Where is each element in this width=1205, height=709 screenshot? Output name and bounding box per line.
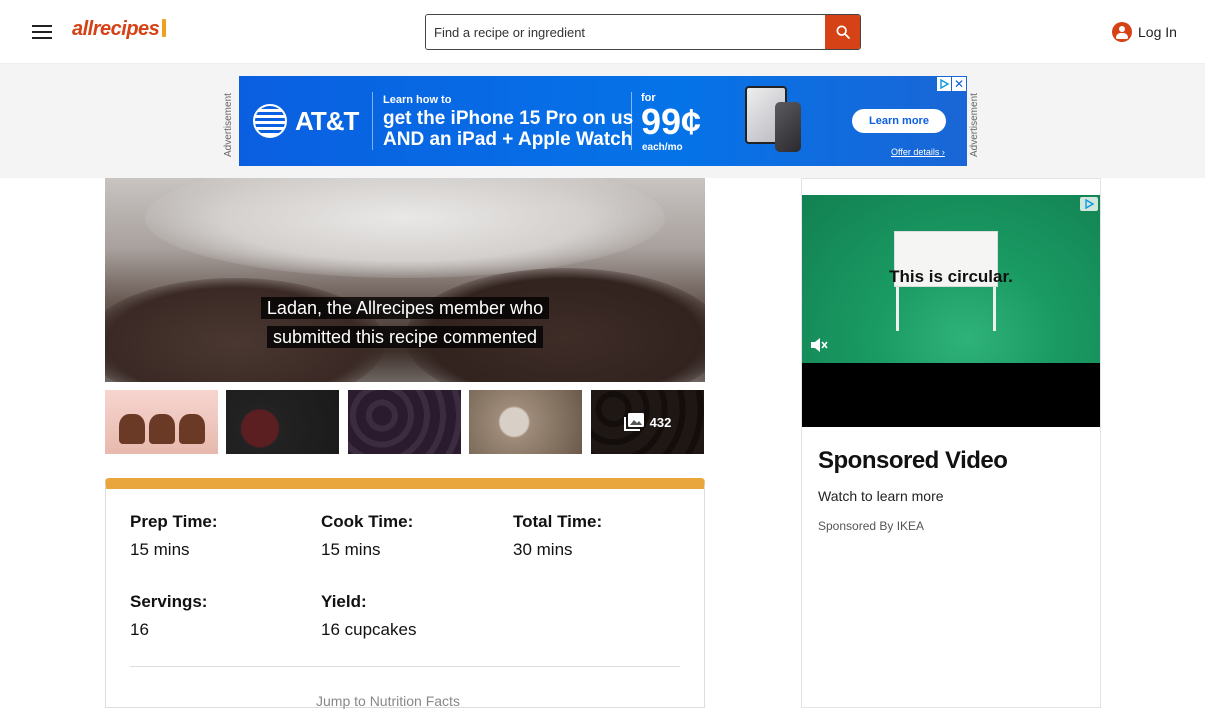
detail-label: Prep Time: — [130, 512, 218, 531]
video-letterbox — [802, 363, 1100, 427]
ad-price: 99¢ — [641, 101, 702, 142]
prep-time: Prep Time: 15 mins — [130, 511, 310, 561]
yield: Yield: 16 cupcakes — [321, 591, 501, 641]
ad-label-left: Advertisement — [223, 93, 234, 157]
caption-line-1: Ladan, the Allrecipes member who — [260, 297, 550, 319]
ad-kicker: Learn how to — [383, 94, 452, 106]
photo-gallery-strip: 432 — [105, 390, 705, 454]
att-brand: AT&T — [295, 106, 359, 136]
watch-to-learn-more-link[interactable]: Watch to learn more — [818, 488, 944, 504]
iphone-icon — [775, 102, 801, 152]
att-banner-ad[interactable]: AT&T Learn how to get the iPhone 15 Pro … — [239, 76, 967, 166]
detail-value: 15 mins — [130, 540, 190, 559]
search-icon — [835, 25, 850, 39]
device-image — [745, 86, 815, 156]
site-logo[interactable]: allrecipes — [72, 18, 167, 41]
photo-count: 432 — [649, 414, 672, 430]
ad-label-right: Advertisement — [969, 93, 980, 157]
ad-divider — [631, 92, 632, 150]
logo-text: allrecipes — [72, 18, 160, 40]
ad-price-unit: each/mo — [642, 142, 683, 153]
video-frame — [145, 178, 665, 278]
logo-accent-icon — [162, 19, 167, 37]
gallery-thumbnail[interactable] — [469, 390, 582, 454]
ad-offer-details-link[interactable]: Offer details › — [891, 147, 945, 157]
servings: Servings: 16 — [130, 591, 310, 641]
hamburger-menu-icon[interactable] — [32, 22, 56, 42]
search-bar — [425, 14, 861, 50]
ad-close-icon[interactable]: ✕ — [952, 77, 966, 91]
detail-value: 30 mins — [513, 540, 573, 559]
video-caption: Ladan, the Allrecipes member who submitt… — [105, 294, 705, 352]
top-nav-bar: allrecipes Log In — [0, 0, 1205, 64]
login-label: Log In — [1138, 24, 1177, 40]
cook-time: Cook Time: 15 mins — [321, 511, 501, 561]
account-icon — [1112, 22, 1132, 42]
caption-line-2: submitted this recipe commented — [266, 326, 544, 348]
photo-library-icon — [623, 413, 644, 431]
search-input[interactable] — [426, 15, 826, 49]
recipe-details-card: Prep Time: 15 mins Cook Time: 15 mins To… — [105, 478, 705, 709]
detail-label: Total Time: — [513, 512, 603, 531]
detail-label: Yield: — [321, 592, 367, 611]
gallery-thumbnail[interactable] — [105, 390, 218, 454]
gallery-thumbnail[interactable] — [226, 390, 339, 454]
att-globe-icon — [253, 104, 287, 138]
gallery-thumbnail[interactable] — [348, 390, 461, 454]
detail-value: 16 — [130, 620, 149, 639]
gallery-more-photos-button[interactable]: 432 — [591, 390, 704, 454]
mute-icon[interactable] — [810, 337, 828, 353]
recipe-video[interactable]: Ladan, the Allrecipes member who submitt… — [105, 178, 705, 382]
ad-divider — [372, 92, 373, 150]
detail-label: Cook Time: — [321, 512, 414, 531]
detail-value: 15 mins — [321, 540, 381, 559]
sponsored-video-player[interactable]: This is circular. — [802, 195, 1100, 363]
detail-label: Servings: — [130, 592, 208, 611]
search-button[interactable] — [825, 15, 860, 49]
photo-count-overlay: 432 — [591, 390, 704, 454]
login-button[interactable]: Log In — [1112, 22, 1177, 42]
total-time: Total Time: 30 mins — [513, 511, 693, 561]
top-ad-band: Advertisement Advertisement AT&T Learn h… — [0, 64, 1205, 178]
detail-value: 16 cupcakes — [321, 620, 417, 639]
sponsor-attribution: Sponsored By IKEA — [818, 519, 925, 533]
sponsored-video-ad: This is circular. Sponsored Video Watch … — [801, 178, 1101, 708]
details-divider — [130, 666, 680, 667]
video-tagline: This is circular. — [889, 267, 1013, 286]
adchoices-icon[interactable] — [1080, 197, 1098, 211]
adchoices-icon[interactable] — [937, 77, 951, 91]
nutrition-link[interactable]: Jump to Nutrition Facts — [316, 693, 460, 709]
ad-headline: get the iPhone 15 Pro on us AND an iPad … — [383, 108, 634, 150]
sponsored-video-title: Sponsored Video — [818, 447, 1008, 474]
ad-learn-more-button[interactable]: Learn more — [852, 109, 946, 133]
